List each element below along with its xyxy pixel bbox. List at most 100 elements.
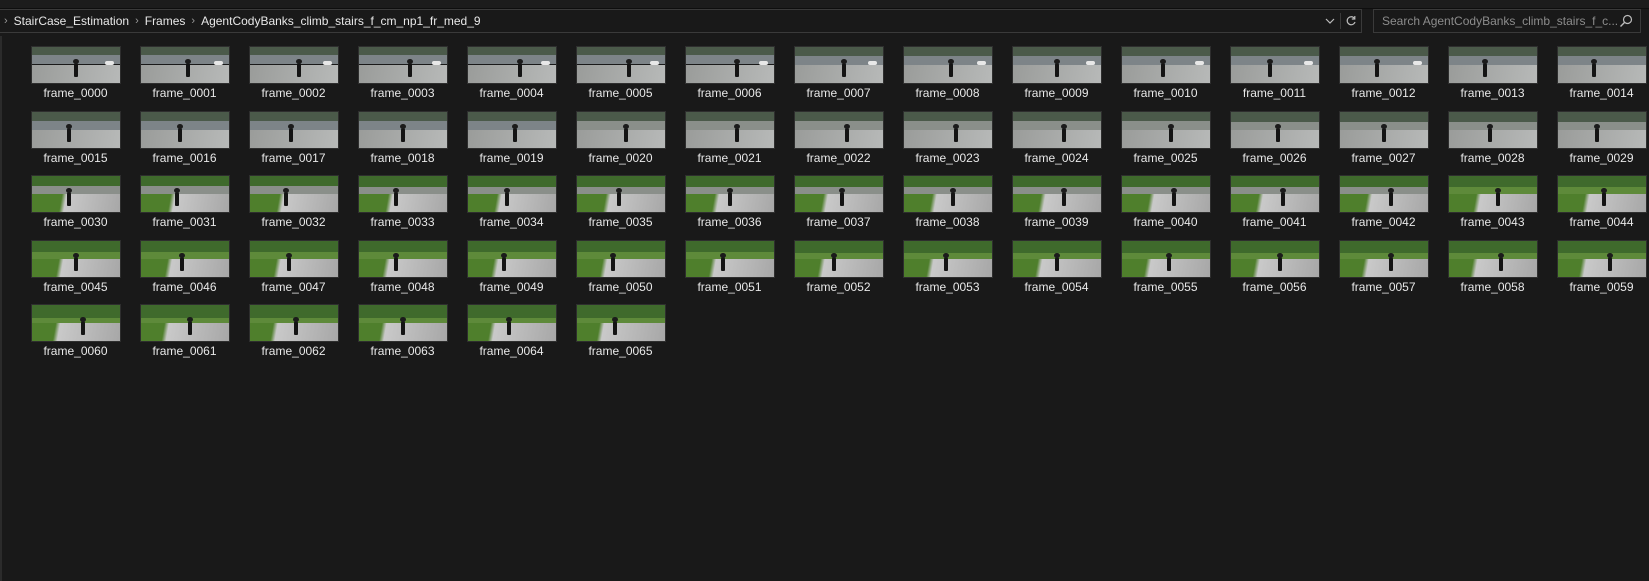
file-tile[interactable]: frame_0037 — [784, 175, 893, 239]
file-tile[interactable]: frame_0026 — [1220, 110, 1329, 175]
file-tile[interactable]: frame_0018 — [348, 110, 457, 175]
file-tile[interactable]: frame_0055 — [1111, 239, 1220, 304]
file-tile[interactable]: frame_0001 — [130, 46, 239, 110]
file-tile[interactable]: frame_0008 — [893, 46, 1002, 110]
file-name-label: frame_0054 — [1024, 279, 1089, 294]
file-tile[interactable]: frame_0007 — [784, 46, 893, 110]
file-tile[interactable]: frame_0060 — [21, 304, 130, 368]
thumbnail-image — [684, 239, 775, 278]
file-tile[interactable]: frame_0051 — [675, 239, 784, 304]
file-tile[interactable]: frame_0050 — [566, 239, 675, 304]
chevron-down-icon[interactable] — [1322, 12, 1338, 30]
file-tile[interactable]: frame_0057 — [1329, 239, 1438, 304]
thumbnail-image — [575, 239, 666, 278]
file-tile[interactable]: frame_0030 — [21, 175, 130, 239]
file-name-label: frame_0001 — [152, 86, 217, 100]
file-tile[interactable]: frame_0047 — [239, 239, 348, 304]
file-tile[interactable]: frame_0043 — [1438, 175, 1547, 239]
thumbnail-image — [1338, 239, 1429, 278]
file-tile[interactable]: frame_0044 — [1547, 175, 1649, 239]
file-tile[interactable]: frame_0045 — [21, 239, 130, 304]
file-tile[interactable]: frame_0016 — [130, 110, 239, 175]
thumbnail-image — [1120, 239, 1211, 278]
breadcrumb-item-staircase-estimation[interactable]: StairCase_Estimation — [14, 14, 129, 28]
file-tile[interactable]: frame_0027 — [1329, 110, 1438, 175]
file-name-label: frame_0046 — [152, 279, 217, 294]
file-tile[interactable]: frame_0013 — [1438, 46, 1547, 110]
file-name-label: frame_0062 — [261, 344, 326, 358]
breadcrumb-item-frames[interactable]: Frames — [145, 14, 186, 28]
file-tile[interactable]: frame_0002 — [239, 46, 348, 110]
file-tile[interactable]: frame_0032 — [239, 175, 348, 239]
file-tile[interactable]: frame_0063 — [348, 304, 457, 368]
file-tile[interactable]: frame_0029 — [1547, 110, 1649, 175]
thumbnail-image — [248, 110, 339, 149]
file-tile[interactable]: frame_0054 — [1002, 239, 1111, 304]
file-tile[interactable]: frame_0004 — [457, 46, 566, 110]
chevron-right-icon[interactable]: › — [185, 15, 201, 27]
file-tile[interactable]: frame_0012 — [1329, 46, 1438, 110]
search-icon[interactable] — [1618, 13, 1634, 29]
file-tile[interactable]: frame_0053 — [893, 239, 1002, 304]
thumbnail-image — [1229, 110, 1320, 149]
file-tile[interactable]: frame_0014 — [1547, 46, 1649, 110]
file-name-label: frame_0029 — [1569, 150, 1634, 165]
file-name-label: frame_0052 — [806, 279, 871, 294]
thumbnail-image — [575, 46, 666, 84]
file-tile[interactable]: frame_0058 — [1438, 239, 1547, 304]
file-name-label: frame_0028 — [1460, 150, 1525, 165]
file-tile[interactable]: frame_0017 — [239, 110, 348, 175]
file-tile[interactable]: frame_0009 — [1002, 46, 1111, 110]
address-bar[interactable]: › StairCase_Estimation › Frames › AgentC… — [0, 9, 1362, 33]
file-tile[interactable]: frame_0023 — [893, 110, 1002, 175]
file-tile[interactable]: frame_0006 — [675, 46, 784, 110]
file-tile[interactable]: frame_0056 — [1220, 239, 1329, 304]
file-tile[interactable]: frame_0034 — [457, 175, 566, 239]
file-tile[interactable]: frame_0035 — [566, 175, 675, 239]
file-view[interactable]: frame_0000 frame_0001 frame_0002 frame_0003… — [0, 36, 1649, 581]
file-tile[interactable]: frame_0040 — [1111, 175, 1220, 239]
file-tile[interactable]: frame_0042 — [1329, 175, 1438, 239]
file-tile[interactable]: frame_0064 — [457, 304, 566, 368]
file-tile[interactable]: frame_0065 — [566, 304, 675, 368]
file-tile[interactable]: frame_0015 — [21, 110, 130, 175]
file-tile[interactable]: frame_0022 — [784, 110, 893, 175]
thumbnail-image — [684, 175, 775, 213]
thumbnail-image — [793, 46, 884, 84]
file-tile[interactable]: frame_0000 — [21, 46, 130, 110]
search-input[interactable] — [1374, 10, 1618, 32]
search-box[interactable] — [1373, 9, 1641, 33]
file-tile[interactable]: frame_0033 — [348, 175, 457, 239]
chevron-right-icon[interactable]: › — [0, 15, 14, 27]
file-tile[interactable]: frame_0003 — [348, 46, 457, 110]
file-tile[interactable]: frame_0020 — [566, 110, 675, 175]
file-tile[interactable]: frame_0048 — [348, 239, 457, 304]
file-tile[interactable]: frame_0019 — [457, 110, 566, 175]
file-tile[interactable]: frame_0031 — [130, 175, 239, 239]
file-tile[interactable]: frame_0061 — [130, 304, 239, 368]
file-tile[interactable]: frame_0046 — [130, 239, 239, 304]
file-tile[interactable]: frame_0062 — [239, 304, 348, 368]
file-name-label: frame_0041 — [1242, 215, 1307, 229]
file-tile[interactable]: frame_0052 — [784, 239, 893, 304]
file-tile[interactable]: frame_0025 — [1111, 110, 1220, 175]
file-tile[interactable]: frame_0049 — [457, 239, 566, 304]
file-tile[interactable]: frame_0028 — [1438, 110, 1547, 175]
file-tile[interactable]: frame_0039 — [1002, 175, 1111, 239]
file-tile[interactable]: frame_0010 — [1111, 46, 1220, 110]
file-tile[interactable]: frame_0041 — [1220, 175, 1329, 239]
file-tile[interactable]: frame_0011 — [1220, 46, 1329, 110]
file-tile[interactable]: frame_0005 — [566, 46, 675, 110]
thumbnail-image — [357, 175, 448, 213]
breadcrumb-item-current-folder[interactable]: AgentCodyBanks_climb_stairs_f_cm_np1_fr_… — [201, 14, 481, 28]
thumbnail-image — [357, 304, 448, 342]
file-tile[interactable]: frame_0024 — [1002, 110, 1111, 175]
file-tile[interactable]: frame_0038 — [893, 175, 1002, 239]
thumbnail-image — [1120, 175, 1211, 213]
chevron-right-icon[interactable]: › — [129, 15, 145, 27]
file-tile[interactable]: frame_0059 — [1547, 239, 1649, 304]
file-tile[interactable]: frame_0021 — [675, 110, 784, 175]
refresh-icon[interactable] — [1343, 12, 1359, 30]
thumbnail-image — [30, 110, 121, 149]
file-tile[interactable]: frame_0036 — [675, 175, 784, 239]
